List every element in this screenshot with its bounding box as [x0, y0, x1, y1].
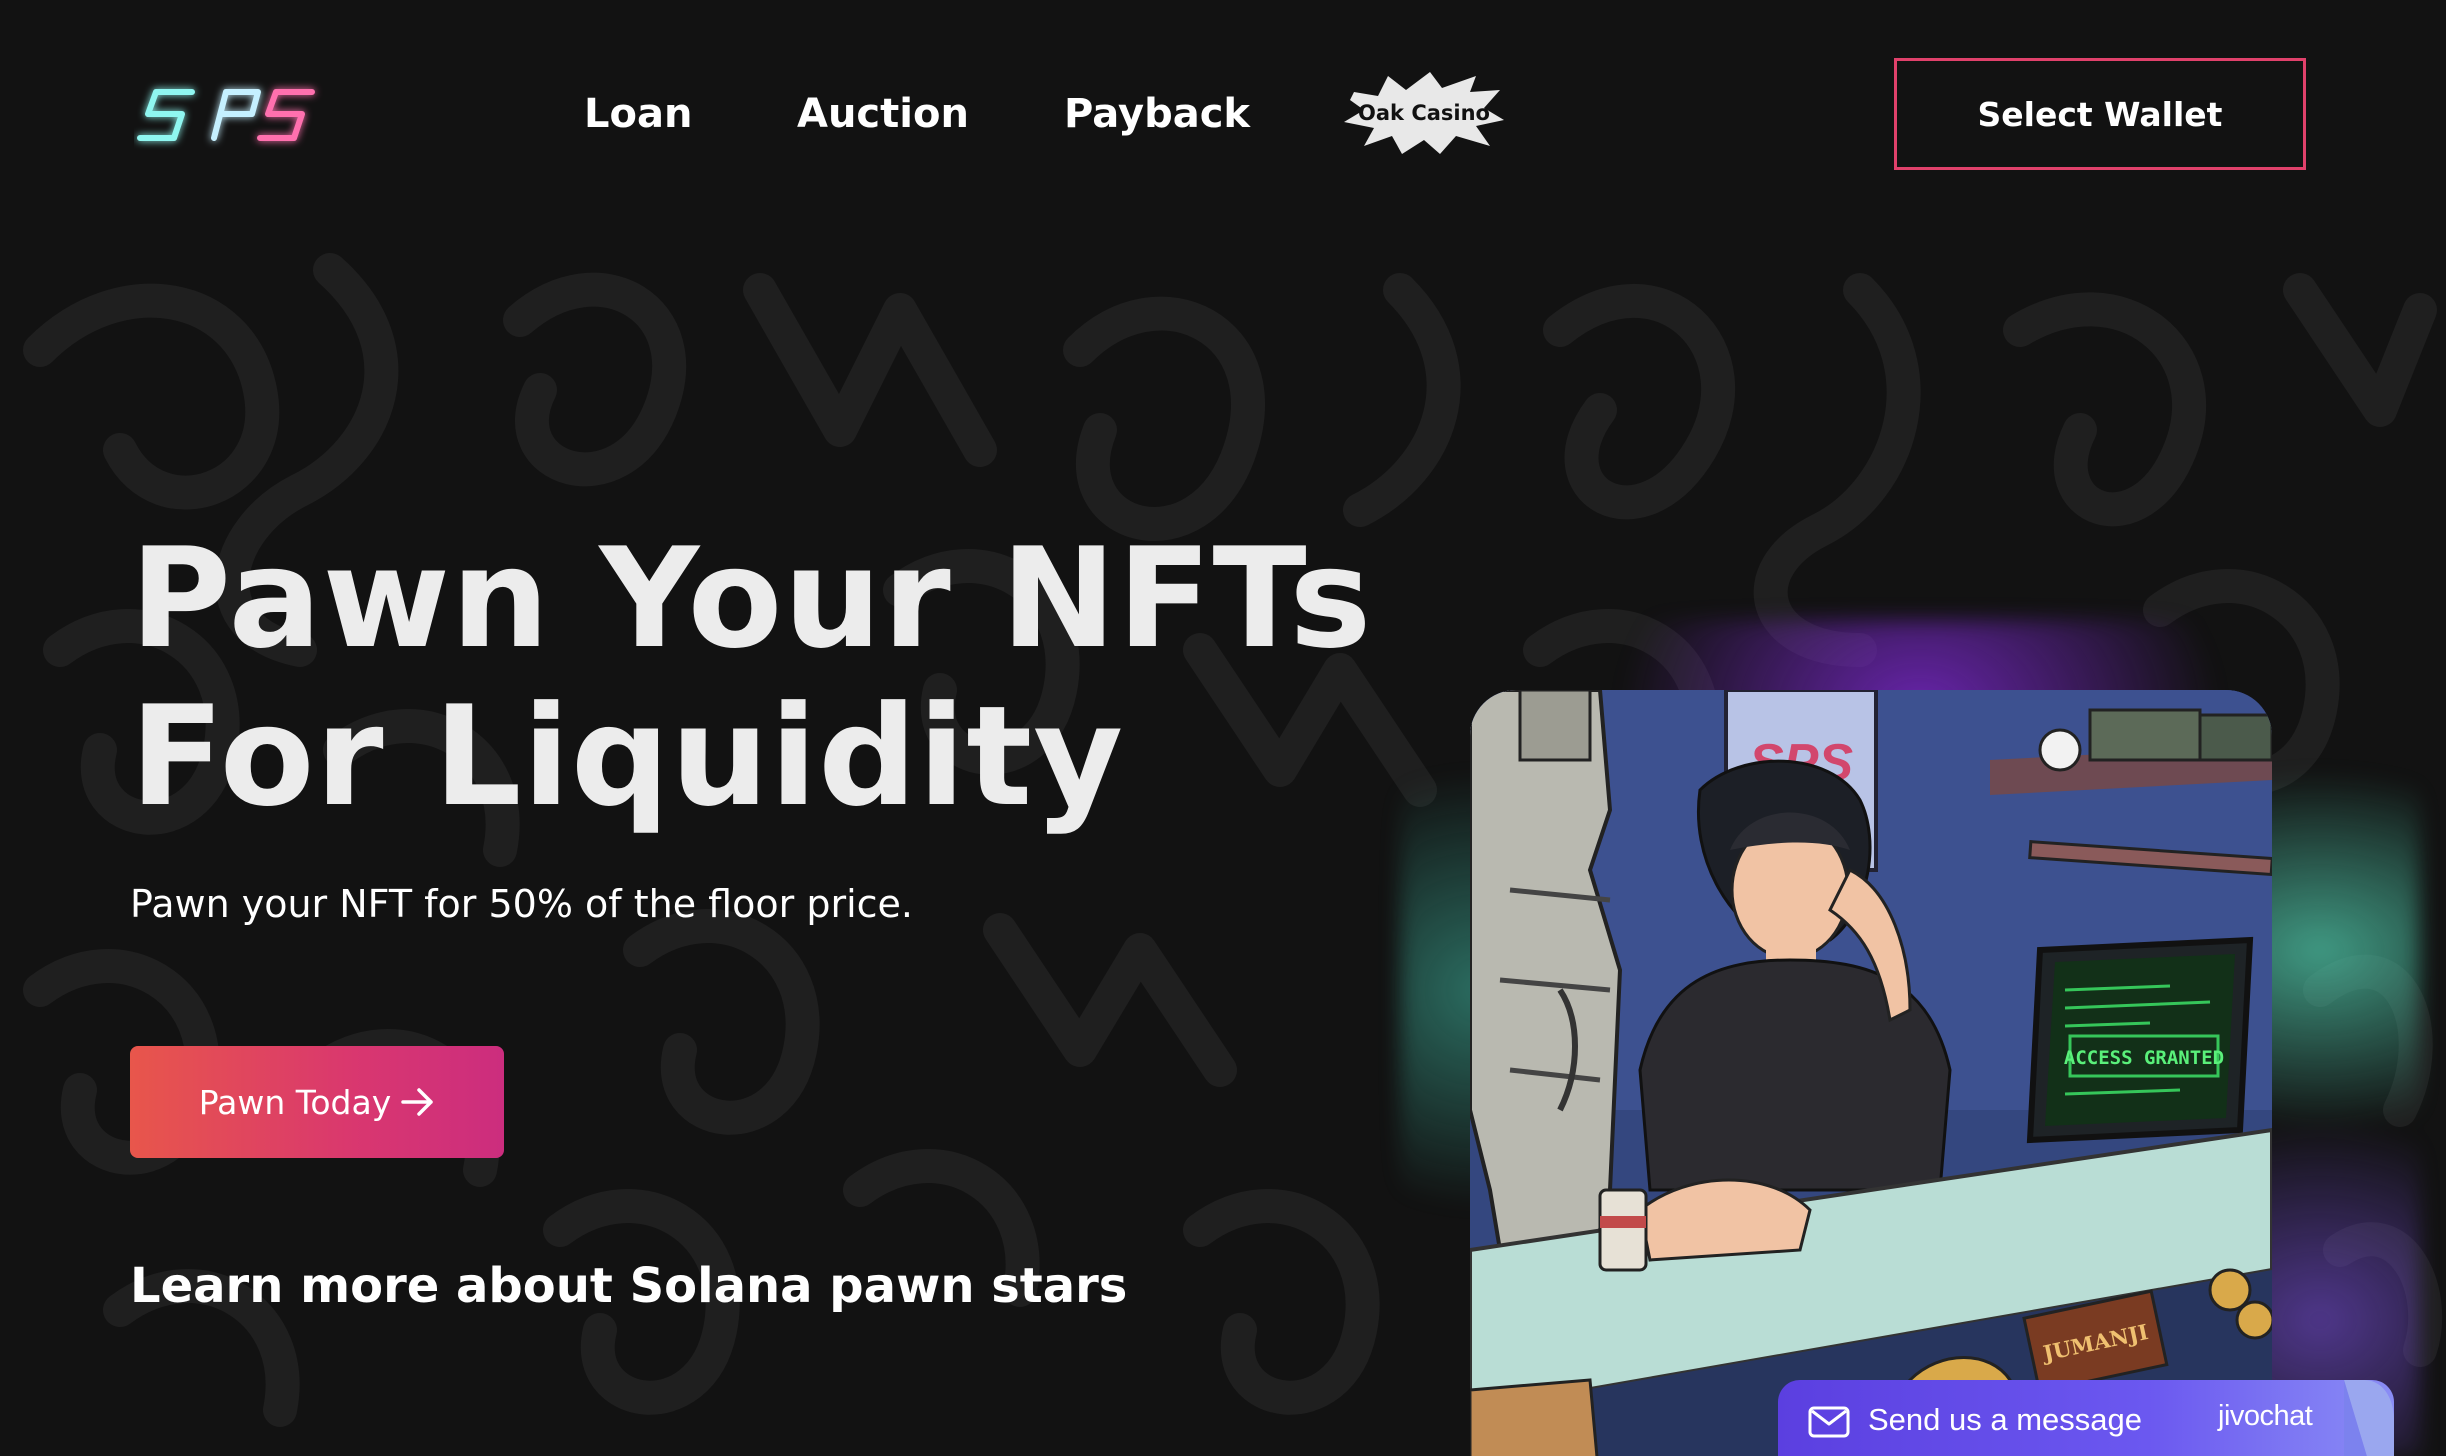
pawn-today-label: Pawn Today: [198, 1082, 392, 1122]
chat-corner-fold: [2344, 1380, 2394, 1456]
hero-title-line-2: For Liquidity: [130, 676, 1125, 837]
sps-logo[interactable]: [134, 74, 324, 158]
hero-title-line-1: Pawn Your NFTs: [130, 518, 1373, 679]
select-wallet-button[interactable]: Select Wallet: [1894, 58, 2306, 170]
hero-title: Pawn Your NFTs For Liquidity: [130, 520, 1430, 836]
pawn-shop-scene: SPS ACCESS GRANTED: [1470, 690, 2272, 1456]
oak-casino-badge[interactable]: Oak Casino: [1344, 70, 1504, 156]
pawn-today-button[interactable]: Pawn Today: [130, 1046, 504, 1158]
nav-auction[interactable]: Auction: [797, 86, 969, 142]
monitor-text: ACCESS GRANTED: [2064, 1047, 2224, 1069]
chat-brand: jivochat: [2218, 1400, 2313, 1432]
hero-illustration: SPS ACCESS GRANTED: [1470, 690, 2272, 1456]
logo-neon-mark: [137, 89, 315, 141]
chat-label: Send us a message: [1868, 1402, 2143, 1437]
nav-payback[interactable]: Payback: [1064, 86, 1250, 142]
page: Loan Auction Payback Oak Casino Select W…: [0, 0, 2446, 1456]
hero-subtitle: Pawn your NFT for 50% of the floor price…: [130, 882, 913, 926]
envelope-icon: [1808, 1406, 1850, 1438]
chat-widget[interactable]: Send us a message jivochat: [1778, 1380, 2394, 1456]
learn-more-link[interactable]: Learn more about Solana pawn stars: [130, 1258, 1127, 1314]
nav-loan[interactable]: Loan: [584, 86, 692, 142]
arrow-right-icon: [401, 1088, 433, 1116]
site-header: Loan Auction Payback Oak Casino Select W…: [0, 0, 2446, 230]
oak-casino-label: Oak Casino: [1358, 101, 1490, 125]
